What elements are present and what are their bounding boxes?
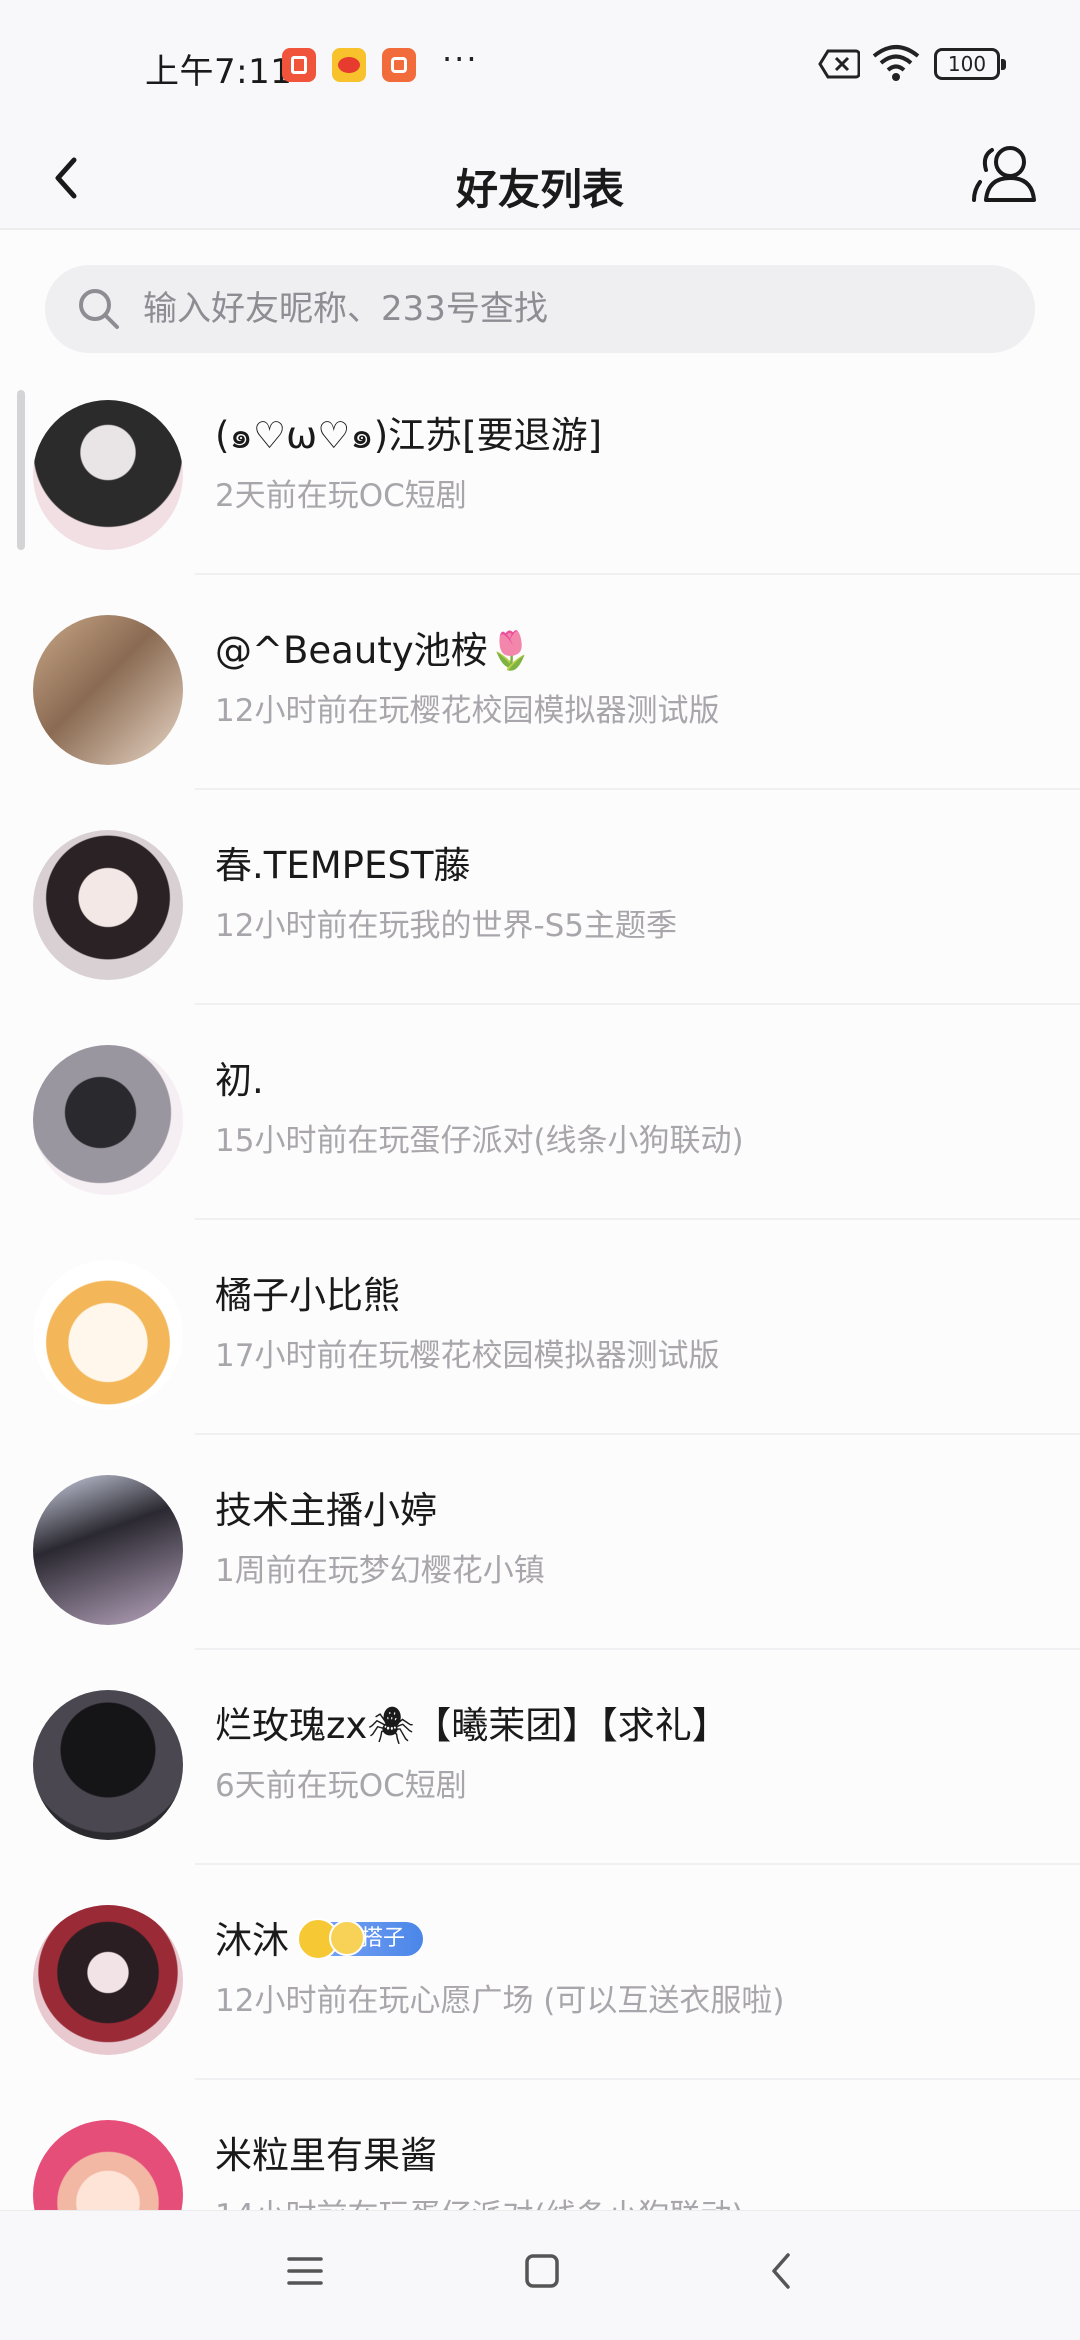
- friend-row[interactable]: @^Beauty池桉🌷 12小时前在玩樱花校园模拟器测试版: [0, 575, 1080, 790]
- search-icon: [79, 289, 119, 329]
- friend-list: (๑♡ω♡๑)江苏[要退游] 2天前在玩OC短剧 @^Beauty池桉🌷 12小…: [0, 360, 1080, 2210]
- friend-status: 12小时前在玩樱花校园模拟器测试版: [215, 693, 720, 729]
- friend-name: 技术主播小婷: [215, 1489, 437, 1532]
- friend-row[interactable]: 春.TEMPEST藤 12小时前在玩我的世界-S5主题季: [0, 790, 1080, 1005]
- friend-name: (๑♡ω♡๑)江苏[要退游]: [215, 414, 603, 457]
- friend-row[interactable]: 烂玫瑰zx🕷【曦茉团】【求礼】 6天前在玩OC短剧: [0, 1650, 1080, 1865]
- header: 好友列表: [0, 130, 1080, 230]
- wifi-icon: [872, 45, 920, 81]
- battery-level: 100: [947, 52, 987, 76]
- friend-row[interactable]: 米粒里有果酱 14小时前在玩蛋仔派对(线条小狗联动): [0, 2080, 1080, 2210]
- search-box[interactable]: [45, 265, 1035, 353]
- avatar[interactable]: [33, 830, 183, 980]
- friend-name: 烂玫瑰zx🕷【曦茉团】【求礼】: [215, 1704, 729, 1747]
- search-input[interactable]: [141, 265, 1001, 353]
- avatar[interactable]: [33, 1905, 183, 2055]
- friends-management-icon[interactable]: [966, 134, 1050, 218]
- friend-status: 12小时前在玩我的世界-S5主题季: [215, 908, 678, 944]
- friend-row[interactable]: 沐沐 搭子 12小时前在玩心愿广场 (可以互送衣服啦): [0, 1865, 1080, 2080]
- avatar[interactable]: [33, 1045, 183, 1195]
- friend-name: 春.TEMPEST藤: [215, 844, 471, 887]
- friend-name: 沐沐 搭子: [215, 1910, 424, 1964]
- nav-back-icon[interactable]: [762, 2249, 802, 2293]
- more-notifications-icon: ···: [442, 40, 479, 78]
- friend-row[interactable]: (๑♡ω♡๑)江苏[要退游] 2天前在玩OC短剧: [0, 360, 1080, 575]
- home-icon[interactable]: [522, 2251, 562, 2291]
- friend-name-text: 沐沐: [215, 1919, 289, 1962]
- friend-status: 12小时前在玩心愿广场 (可以互送衣服啦): [215, 1983, 785, 2019]
- page-title: 好友列表: [455, 165, 624, 214]
- friend-status: 1周前在玩梦幻樱花小镇: [215, 1553, 545, 1589]
- star-eyes-emoji-icon: [329, 1919, 365, 1956]
- badge-label: 搭子: [361, 1925, 406, 1951]
- recent-apps-icon[interactable]: [285, 2251, 325, 2291]
- shopping-notification-icon: [382, 48, 416, 82]
- no-sim-icon: [818, 49, 860, 79]
- avatar[interactable]: [33, 400, 183, 550]
- friend-name: @^Beauty池桉🌷: [215, 629, 534, 672]
- friend-name: 橘子小比熊: [215, 1274, 400, 1317]
- avatar[interactable]: [33, 1690, 183, 1840]
- friend-status: 15小时前在玩蛋仔派对(线条小狗联动): [215, 1123, 744, 1159]
- friend-status: 6天前在玩OC短剧: [215, 1768, 467, 1804]
- friend-row[interactable]: 技术主播小婷 1周前在玩梦幻樱花小镇: [0, 1435, 1080, 1650]
- battery-icon: 100: [934, 48, 1006, 80]
- status-bar: 上午7:11 ··· 100: [0, 0, 1080, 130]
- partner-badge: 搭子: [297, 1917, 424, 1960]
- friend-name: 米粒里有果酱: [215, 2134, 437, 2177]
- system-nav-bar: [0, 2210, 1080, 2340]
- friend-name: 初.: [215, 1059, 264, 1102]
- friend-status: 14小时前在玩蛋仔派对(线条小狗联动): [215, 2190, 744, 2210]
- app-notification-icon: [282, 48, 316, 82]
- status-time: 上午7:11: [145, 52, 293, 92]
- avatar[interactable]: [33, 615, 183, 765]
- friend-row[interactable]: 橘子小比熊 17小时前在玩樱花校园模拟器测试版: [0, 1220, 1080, 1435]
- friend-row[interactable]: 初. 15小时前在玩蛋仔派对(线条小狗联动): [0, 1005, 1080, 1220]
- avatar[interactable]: [33, 1260, 183, 1410]
- weibo-notification-icon: [332, 48, 366, 82]
- avatar[interactable]: [33, 2120, 183, 2210]
- avatar[interactable]: [33, 1475, 183, 1625]
- friend-status: 2天前在玩OC短剧: [215, 478, 467, 514]
- friend-status: 17小时前在玩樱花校园模拟器测试版: [215, 1338, 720, 1374]
